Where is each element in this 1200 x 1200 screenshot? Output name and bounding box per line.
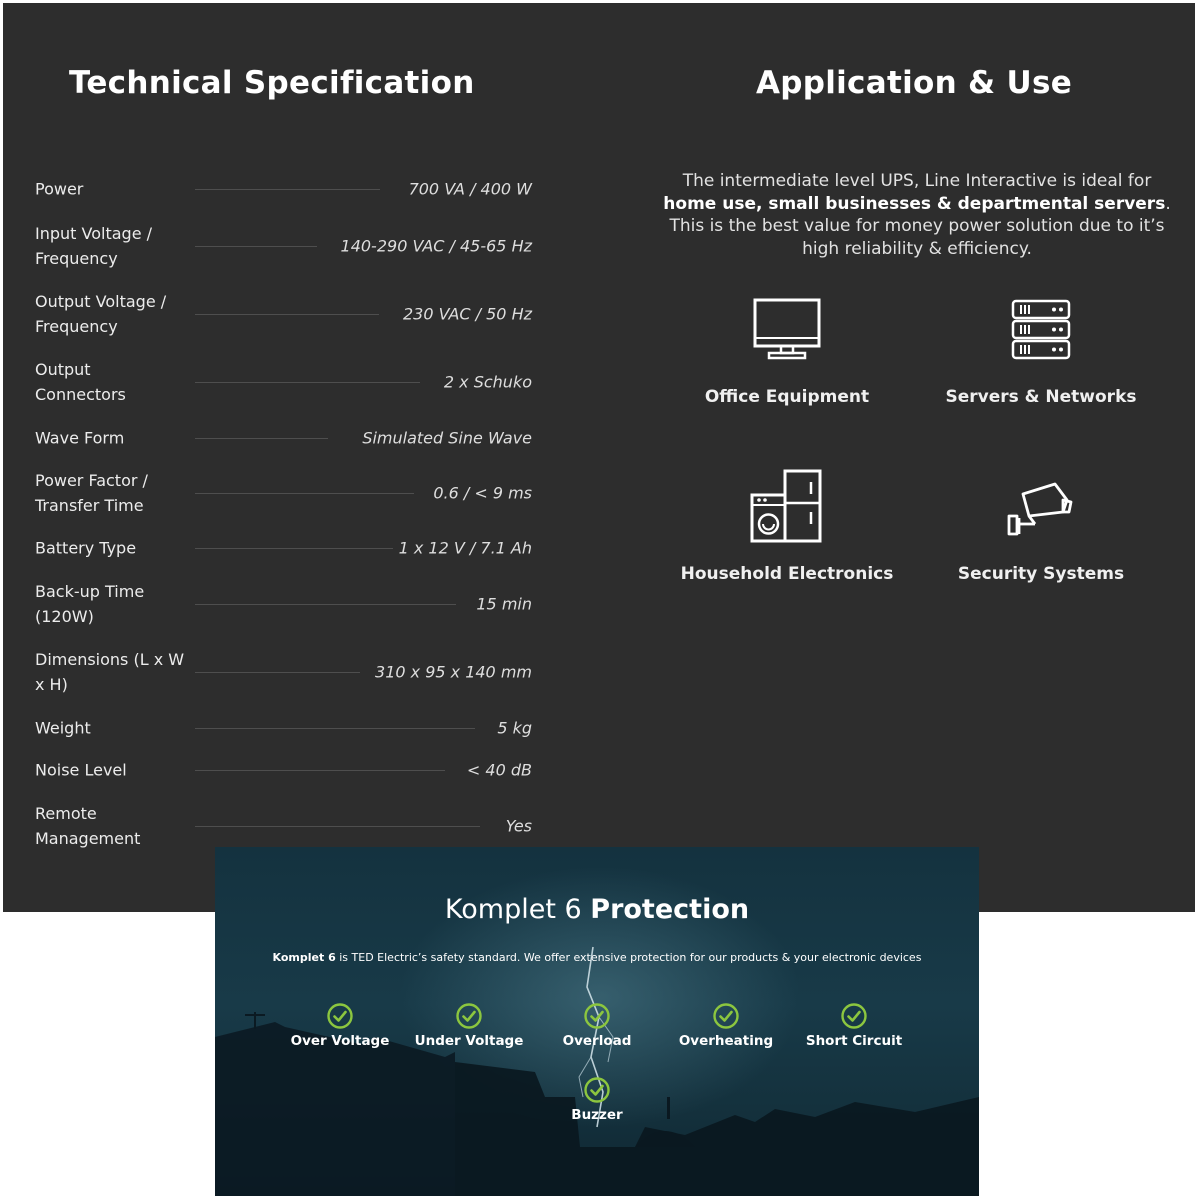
spec-value: 310 x 95 x 140 mm — [375, 662, 532, 682]
spec-value: 2 x Schuko — [443, 372, 532, 392]
spec-divider — [195, 314, 379, 315]
security-camera-icon — [1007, 482, 1073, 536]
feature-under-voltage: Under Voltage — [409, 1002, 529, 1049]
spec-value: 230 VAC / 50 Hz — [402, 304, 532, 324]
check-circle-icon — [584, 1003, 610, 1029]
feature-label: Overheating — [678, 1033, 774, 1049]
protection-description: Komplet 6 is TED Electric’s safety stand… — [215, 951, 979, 964]
application-description: The intermediate level UPS, Line Interac… — [663, 170, 1171, 260]
spec-label: Output Voltage / Frequency — [35, 292, 167, 336]
server-rack-icon — [1011, 299, 1071, 360]
check-circle-icon — [584, 1077, 610, 1103]
spec-divider — [195, 604, 456, 605]
spec-row-battery-type: Battery Type 1 x 12 V / 7.1 Ah — [35, 534, 532, 562]
spec-divider — [195, 438, 328, 439]
appliances-icon — [750, 469, 822, 543]
app-item-security-systems: Security Systems — [911, 478, 1171, 584]
protection-desc-brand: Komplet 6 — [272, 951, 336, 964]
spec-value: 140-290 VAC / 45-65 Hz — [340, 236, 532, 256]
spec-label: Back-up Time (120W) — [35, 582, 145, 626]
app-item-label: Household Electronics — [680, 564, 894, 584]
spec-row-power-factor: Power Factor / Transfer Time 0.6 / < 9 m… — [35, 468, 532, 518]
spec-row-backup-time: Back-up Time (120W) 15 min — [35, 579, 532, 629]
spec-value: < 40 dB — [466, 760, 532, 780]
check-circle-icon — [456, 1003, 482, 1029]
feature-label: Short Circuit — [805, 1033, 903, 1049]
protection-banner: Komplet 6 Protection Komplet 6 is TED El… — [215, 847, 979, 1196]
application-desc-highlight: home use, small businesses & departmenta… — [663, 193, 1166, 214]
spec-label: Dimensions (L x W x H) — [35, 650, 185, 694]
protection-desc-text: is TED Electric’s safety standard. We of… — [335, 951, 922, 964]
spec-row-output-voltage: Output Voltage / Frequency 230 VAC / 50 … — [35, 289, 532, 339]
feature-label: Under Voltage — [414, 1033, 524, 1049]
check-circle-icon — [327, 1003, 353, 1029]
check-circle-icon — [841, 1003, 867, 1029]
protection-title-emphasis: Protection — [590, 894, 750, 925]
spec-value: 0.6 / < 9 ms — [433, 483, 532, 503]
app-item-servers-networks: Servers & Networks — [911, 296, 1171, 407]
spec-row-noise-level: Noise Level < 40 dB — [35, 756, 532, 784]
spec-value: 15 min — [476, 594, 532, 614]
application-desc-text: The intermediate level UPS, Line Interac… — [682, 171, 1152, 191]
spec-row-wave-form: Wave Form Simulated Sine Wave — [35, 424, 532, 452]
spec-divider — [195, 246, 317, 247]
spec-row-weight: Weight 5 kg — [35, 714, 532, 742]
spec-divider — [195, 826, 480, 827]
feature-overheating: Overheating — [666, 1002, 786, 1049]
spec-label: Power — [35, 179, 84, 199]
spec-label: Input Voltage / Frequency — [35, 224, 153, 268]
spec-label: Weight — [35, 718, 91, 738]
spec-label: Remote Management — [35, 804, 141, 848]
app-item-label: Office Equipment — [704, 387, 870, 407]
spec-row-input-voltage: Input Voltage / Frequency 140-290 VAC / … — [35, 221, 532, 271]
protection-title-brand: Komplet 6 — [444, 894, 582, 925]
app-item-office-equipment: Office Equipment — [657, 296, 917, 407]
spec-row-remote-management: Remote Management Yes — [35, 801, 532, 851]
spec-row-dimensions: Dimensions (L x W x H) 310 x 95 x 140 mm — [35, 647, 532, 697]
app-item-label: Security Systems — [957, 564, 1125, 584]
spec-value: 700 VA / 400 W — [408, 179, 532, 199]
spec-divider — [195, 382, 420, 383]
spec-label: Wave Form — [35, 428, 125, 448]
protection-title: Komplet 6 Protection — [215, 894, 979, 925]
spec-value: 1 x 12 V / 7.1 Ah — [398, 538, 532, 558]
app-item-label: Servers & Networks — [945, 387, 1137, 407]
feature-over-voltage: Over Voltage — [280, 1002, 400, 1049]
spec-divider — [195, 728, 475, 729]
feature-label: Over Voltage — [290, 1033, 390, 1049]
spec-value: Yes — [505, 816, 532, 836]
spec-row-output-connectors: Output Connectors 2 x Schuko — [35, 357, 532, 407]
feature-short-circuit: Short Circuit — [794, 1002, 914, 1049]
monitor-icon — [753, 298, 821, 360]
spec-label: Power Factor / Transfer Time — [35, 471, 148, 515]
feature-overload: Overload — [537, 1002, 657, 1049]
spec-divider — [195, 493, 414, 494]
check-circle-icon — [713, 1003, 739, 1029]
spec-divider — [195, 548, 393, 549]
top-panel: Technical Specification Application & Us… — [3, 3, 1195, 912]
spec-label: Battery Type — [35, 538, 137, 558]
spec-label: Output Connectors — [35, 360, 126, 404]
feature-label: Buzzer — [571, 1107, 623, 1123]
spec-row-power: Power 700 VA / 400 W — [35, 175, 532, 203]
spec-divider — [195, 189, 380, 190]
spec-divider — [195, 672, 360, 673]
feature-buzzer: Buzzer — [537, 1076, 657, 1123]
app-item-household-electronics: Household Electronics — [657, 468, 917, 584]
spec-value: 5 kg — [497, 718, 532, 738]
spec-label: Noise Level — [35, 760, 127, 780]
spec-value: Simulated Sine Wave — [362, 428, 532, 448]
feature-label: Overload — [562, 1033, 632, 1049]
application-title: Application & Use — [755, 65, 1073, 101]
spec-divider — [195, 770, 445, 771]
